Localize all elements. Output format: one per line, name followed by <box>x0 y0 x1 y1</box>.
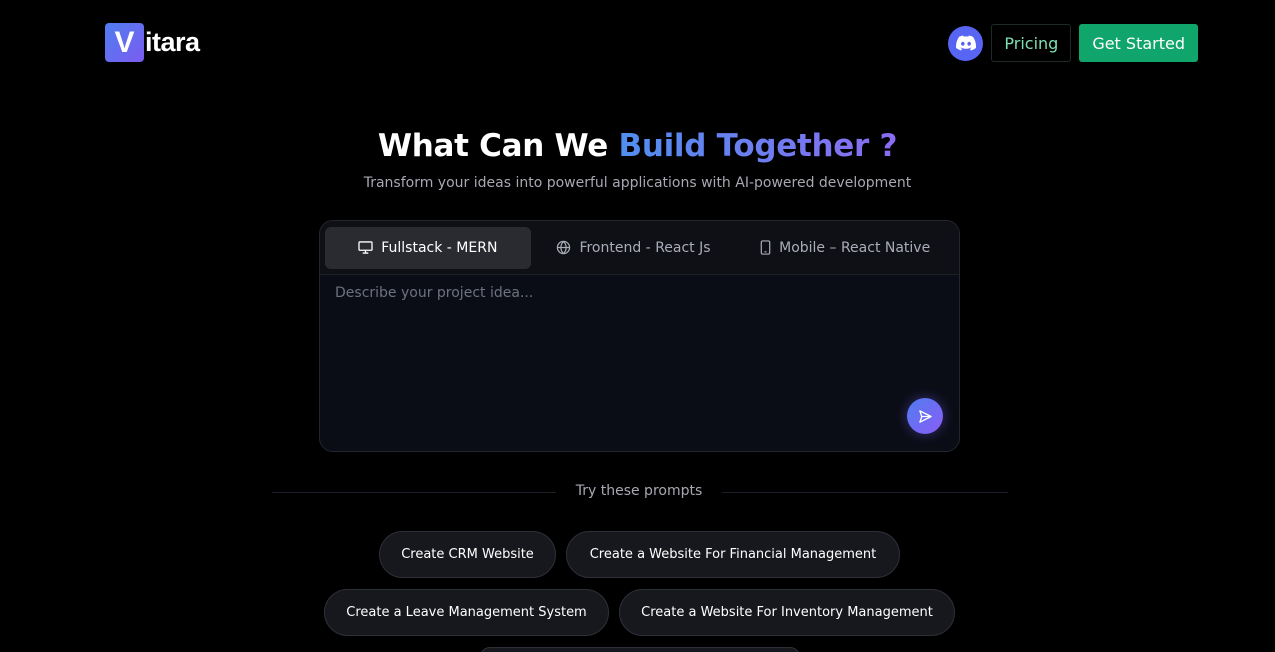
project-idea-input[interactable] <box>335 285 935 405</box>
prompt-chip-partial[interactable] <box>480 647 800 652</box>
tab-label: Frontend - React Js <box>579 239 711 256</box>
hero-title-highlight: Build Together ? <box>618 128 898 164</box>
logo-mark: V <box>105 23 144 62</box>
header-nav: Pricing Get Started <box>948 24 1198 62</box>
try-prompts-heading: Try these prompts <box>575 483 703 499</box>
logo-text: itara <box>145 27 200 57</box>
send-icon <box>918 409 932 423</box>
prompt-chip-financial[interactable]: Create a Website For Financial Managemen… <box>566 531 900 578</box>
stack-tabs: Fullstack - MERN Frontend - React Js Mob… <box>320 221 959 275</box>
smartphone-icon <box>760 240 771 255</box>
discord-icon <box>955 35 976 51</box>
divider <box>722 492 1008 493</box>
tab-label: Fullstack - MERN <box>381 239 498 256</box>
logo[interactable]: V itara <box>105 23 200 62</box>
hero-title-plain: What Can We <box>377 128 619 164</box>
globe-icon <box>556 240 571 255</box>
hero-title: What Can We Build Together ? <box>0 128 1275 164</box>
pricing-button[interactable]: Pricing <box>991 24 1072 62</box>
page: V itara Pricing Get Started What Can We … <box>0 0 1275 652</box>
tab-label: Mobile – React Native <box>779 239 931 256</box>
divider <box>272 492 556 493</box>
prompt-chip-leave[interactable]: Create a Leave Management System <box>324 589 609 636</box>
get-started-button[interactable]: Get Started <box>1079 24 1198 62</box>
prompt-chip-inventory[interactable]: Create a Website For Inventory Managemen… <box>619 589 955 636</box>
hero-subtitle: Transform your ideas into powerful appli… <box>363 175 912 191</box>
tab-fullstack-mern[interactable]: Fullstack - MERN <box>325 226 531 269</box>
discord-button[interactable] <box>948 25 984 61</box>
prompt-chip-crm[interactable]: Create CRM Website <box>379 531 556 578</box>
tab-mobile-react-native[interactable]: Mobile – React Native <box>736 227 954 269</box>
tab-frontend-react[interactable]: Frontend - React Js <box>531 227 737 269</box>
prompt-card: Fullstack - MERN Frontend - React Js Mob… <box>319 220 960 452</box>
send-button[interactable] <box>907 398 943 434</box>
monitor-icon <box>358 241 373 254</box>
